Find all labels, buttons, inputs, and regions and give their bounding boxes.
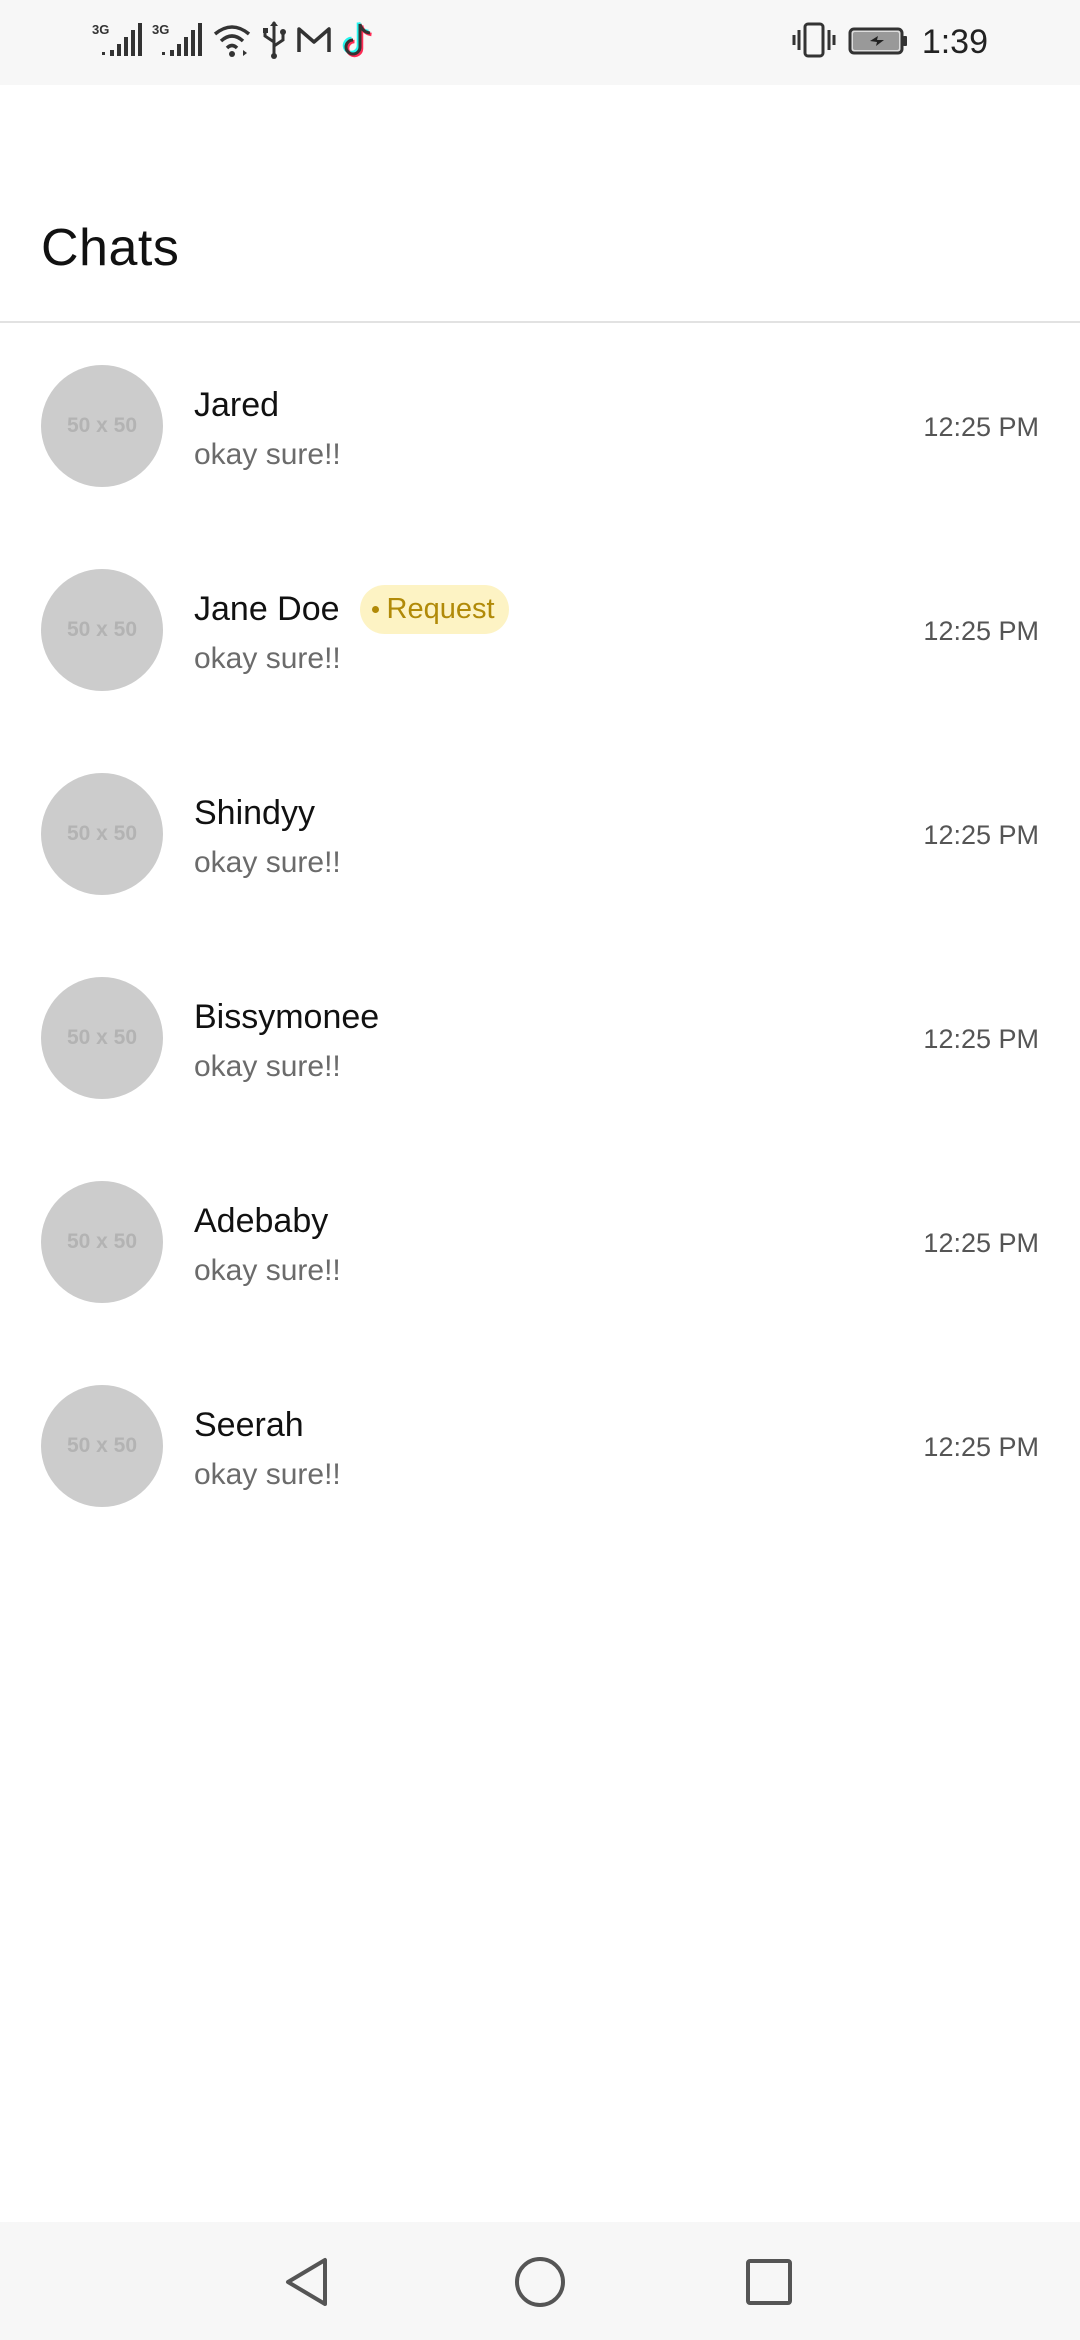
avatar: 50 x 50 (41, 977, 163, 1099)
avatar-placeholder-text: 50 x 50 (66, 822, 138, 845)
battery-charging-icon (848, 20, 910, 65)
request-badge-label: Request (386, 592, 495, 625)
avatar-placeholder-text: 50 x 50 (66, 414, 138, 437)
system-nav-bar (0, 2222, 1080, 2340)
chat-name-row: Shindyy (194, 789, 315, 837)
back-button[interactable] (280, 2252, 340, 2312)
chat-item-seerah[interactable]: 50 x 50 Seerah okay sure!! 12:25 PM (0, 1345, 1080, 1549)
chat-name-row: Jared (194, 381, 279, 429)
chat-preview: okay sure!! (194, 438, 341, 471)
status-bar: 3G 3G 1:39 (0, 0, 1080, 85)
chat-name: Bissymonee (194, 997, 380, 1036)
back-icon (286, 2258, 327, 2306)
chat-time: 12:25 PM (923, 1228, 1039, 1258)
avatar: 50 x 50 (41, 1385, 163, 1507)
avatar: 50 x 50 (41, 773, 163, 895)
tiktok-icon (340, 20, 376, 65)
chat-item-adebaby[interactable]: 50 x 50 Adebaby okay sure!! 12:25 PM (0, 1141, 1080, 1345)
chat-preview: okay sure!! (194, 1050, 341, 1083)
chat-item-jared[interactable]: 50 x 50 Jared okay sure!! 12:25 PM (0, 325, 1080, 529)
signal-3g-icon: 3G (92, 20, 144, 65)
chat-item-bissymonee[interactable]: 50 x 50 Bissymonee okay sure!! 12:25 PM (0, 937, 1080, 1141)
avatar-placeholder-text: 50 x 50 (66, 618, 138, 641)
avatar: 50 x 50 (41, 365, 163, 487)
home-icon (515, 2257, 565, 2307)
status-icons-left: 3G 3G (92, 20, 376, 65)
gmail-icon (296, 20, 332, 65)
signal-3g-icon: 3G (152, 20, 204, 65)
avatar: 50 x 50 (41, 569, 163, 691)
avatar: 50 x 50 (41, 1181, 163, 1303)
chat-time: 12:25 PM (923, 1024, 1039, 1054)
chat-preview: okay sure!! (194, 1254, 341, 1287)
chat-name: Seerah (194, 1405, 304, 1444)
recents-button[interactable] (739, 2252, 799, 2312)
chat-list: 50 x 50 Jared okay sure!! 12:25 PM 50 x … (0, 325, 1080, 1549)
chat-time: 12:25 PM (923, 1432, 1039, 1462)
chat-name: Shindyy (194, 793, 315, 832)
chat-time: 12:25 PM (923, 412, 1039, 442)
screen: 3G 3G 1:39 Chats 50 x 50 Jared okay sure… (0, 0, 1080, 2340)
chat-name: Jared (194, 385, 280, 424)
recents-icon (746, 2259, 792, 2305)
vibrate-icon (792, 20, 836, 65)
chat-name-row: Adebaby (194, 1197, 328, 1245)
chat-name: Adebaby (194, 1201, 329, 1240)
avatar-placeholder-text: 50 x 50 (66, 1434, 138, 1457)
chat-name-row: Seerah (194, 1401, 304, 1449)
request-badge: Request (359, 584, 509, 634)
chat-time: 12:25 PM (923, 820, 1039, 850)
page-title: Chats (41, 219, 180, 277)
chat-name: Jane Doe (194, 589, 340, 628)
status-icons-right: 1:39 (792, 20, 988, 65)
chat-preview: okay sure!! (194, 846, 341, 879)
avatar-placeholder-text: 50 x 50 (66, 1230, 138, 1253)
chat-time: 12:25 PM (923, 616, 1039, 646)
chat-preview: okay sure!! (194, 1458, 341, 1491)
chat-preview: okay sure!! (194, 642, 341, 675)
wifi-icon (212, 20, 252, 65)
badge-dot-icon (371, 605, 379, 613)
header: Chats (0, 85, 1080, 323)
chat-name-row: Jane Doe Request (194, 584, 509, 634)
chat-item-shindyy[interactable]: 50 x 50 Shindyy okay sure!! 12:25 PM (0, 733, 1080, 937)
status-time: 1:39 (921, 23, 988, 61)
avatar-placeholder-text: 50 x 50 (66, 1026, 138, 1049)
chat-name-row: Bissymonee (194, 993, 379, 1041)
home-button[interactable] (510, 2252, 570, 2312)
svg-text:3G: 3G (92, 22, 109, 37)
chat-item-jane-doe[interactable]: 50 x 50 Jane Doe Request okay sure!! 12:… (0, 529, 1080, 733)
svg-text:3G: 3G (152, 22, 169, 37)
usb-icon (260, 20, 288, 65)
